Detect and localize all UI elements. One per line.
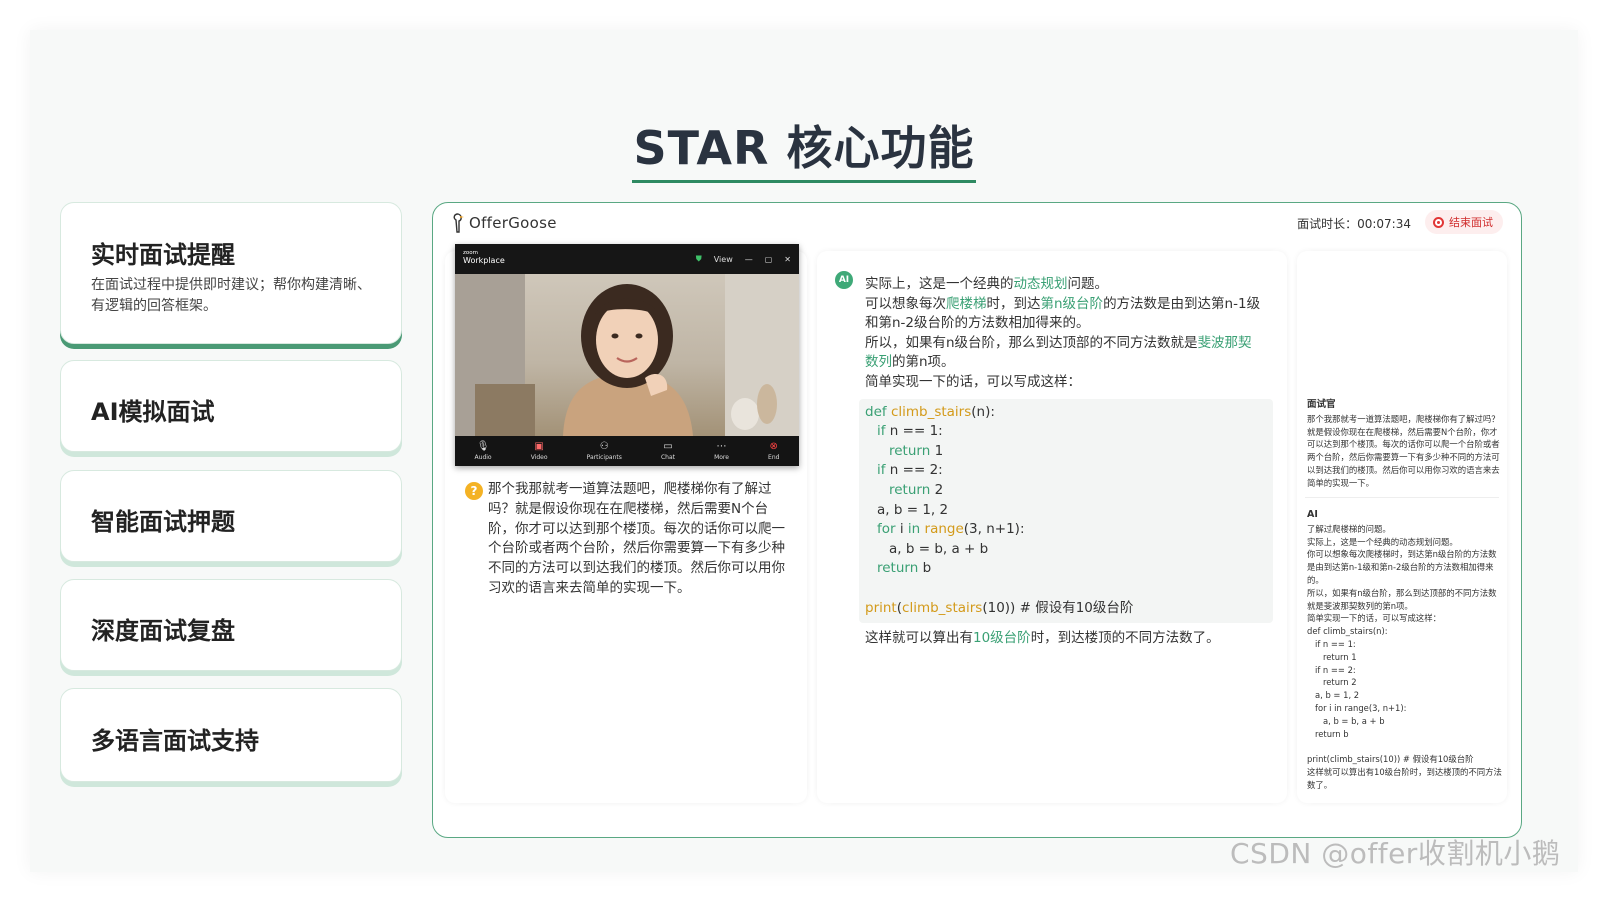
transcript-ai-line: def climb_stairs(n): (1307, 626, 1388, 637)
feature-card-multilang[interactable]: 多语言面试支持 (60, 688, 402, 782)
transcript-ai-text: 了解过爬楼梯的问题。实际上，这是一个经典的动态规划问题。你可以想象每次爬楼梯时，… (1307, 523, 1503, 792)
transcript-interviewer-text: 那个我那就考一道算法题吧，爬楼梯你有了解过吗？就是假设你现在在爬楼梯，然后需要N… (1307, 413, 1500, 488)
ai-icon: AI (835, 271, 853, 289)
more-icon: ⋯ (716, 441, 727, 452)
transcript-panel: 面试官 那个我那就考一道算法题吧，爬楼梯你有了解过吗？就是假设你现在在爬楼梯，然… (1297, 251, 1507, 803)
video-toolbar: 🎙︎ Audio ▣ Video ⚇ Participants ▭ Chat ⋯ More… (455, 436, 799, 466)
feature-card-predict[interactable]: 智能面试押题 (60, 470, 402, 562)
more-button[interactable]: ⋯ More (714, 441, 729, 461)
transcript-ai-line: 实际上，这是一个经典的动态规划问题。 (1307, 536, 1458, 547)
feature-card-review[interactable]: 深度面试复盘 (60, 579, 402, 671)
microphone-icon: 🎙︎ (476, 441, 490, 452)
shield-icon: ⛊ (695, 254, 702, 263)
transcript-ai-line: return b (1315, 728, 1349, 739)
transcript-ai-line: return 2 (1323, 677, 1357, 688)
video-button[interactable]: ▣ Video (531, 441, 548, 461)
record-stop-icon (1433, 216, 1444, 228)
app-window: OfferGoose 面试时长：00:07:34 结束面试 zoom Workpl… (432, 202, 1522, 838)
close-icon[interactable]: ✕ (784, 255, 791, 264)
feature-card-ai-mock[interactable]: AI模拟面试 (60, 360, 402, 452)
transcript-ai-line (1307, 740, 1503, 753)
interviewer-question: 那个我那就考一道算法题吧，爬楼梯你有了解过吗？就是假设你现在在爬楼梯，然后需要N… (488, 481, 785, 596)
goose-logo-icon (453, 213, 464, 233)
feature-title: AI模拟面试 (91, 398, 215, 426)
transcript-ai-line: 所以，如果有n级台阶，那么到达顶部的不同方法数就是斐波那契数列的第n项。 (1307, 587, 1497, 611)
code-block: def climb_stairs(n): if n == 1: return 1… (859, 398, 1273, 624)
feature-title: 智能面试押题 (91, 508, 235, 536)
transcript-ai-line: if n == 2: (1315, 664, 1356, 675)
participant-portrait (455, 274, 799, 436)
app-logo: OfferGoose (451, 212, 557, 234)
ai-answer-panel: AI 实际上，这是一个经典的动态规划问题。 可以想象每次爬楼梯时，到达第n级台阶… (817, 251, 1287, 803)
slide: STAR 核心功能 实时面试提醒 在面试过程中提供即时建议；帮你构建清晰、有逻辑… (30, 30, 1578, 872)
video-titlebar: zoom Workplace ⛊ View — ▢ ✕ (455, 244, 799, 274)
chat-icon: ▭ (663, 441, 673, 452)
transcript-interviewer: 面试官 那个我那就考一道算法题吧，爬楼梯你有了解过吗？就是假设你现在在爬楼梯，然… (1307, 399, 1501, 490)
view-menu[interactable]: View (714, 255, 733, 264)
feature-title: 实时面试提醒 (91, 241, 235, 269)
participants-button[interactable]: ⚇ Participants (587, 441, 622, 461)
watermark: CSDN @offer收割机小鹅 (1230, 837, 1561, 870)
feature-card-realtime[interactable]: 实时面试提醒 在面试过程中提供即时建议；帮你构建清晰、有逻辑的回答框架。 (60, 202, 402, 344)
transcript-ai-line: 简单实现一下的话，可以写成这样： (1307, 613, 1441, 624)
maximize-icon[interactable]: ▢ (765, 255, 773, 264)
transcript-ai-line: 你可以想象每次爬楼梯时，到达第n级台阶的方法数是由到达第n-1级和第n-2级台阶… (1307, 549, 1497, 585)
minimize-icon[interactable]: — (745, 255, 753, 264)
end-call-button[interactable]: ⊗ End (768, 441, 779, 461)
camera-off-icon: ▣ (534, 441, 544, 452)
video-question-panel: zoom Workplace ⛊ View — ▢ ✕ 🎙︎ Audio ▣ V… (445, 244, 807, 803)
transcript-ai-label: AI (1307, 509, 1318, 520)
transcript-ai-line: a, b = b, a + b (1323, 715, 1385, 726)
question-icon: ? (465, 482, 483, 500)
end-call-icon: ⊗ (769, 441, 778, 452)
window-controls: ⛊ View — ▢ ✕ (696, 254, 791, 264)
participant-video (455, 274, 799, 436)
transcript-ai-line: if n == 1: (1315, 638, 1356, 649)
transcript-interviewer-label: 面试官 (1307, 399, 1336, 410)
interview-timer: 面试时长：00:07:34 (1297, 217, 1411, 231)
participants-icon: ⚇ (599, 441, 609, 452)
brand-name: OfferGoose (469, 214, 557, 232)
end-interview-button[interactable]: 结束面试 (1425, 210, 1503, 234)
transcript-ai-line: a, b = 1, 2 (1315, 690, 1360, 701)
zoom-brand: zoom Workplace (463, 250, 505, 265)
transcript-ai-line: 这样就可以算出有10级台阶时，到达楼顶的不同方法数了。 (1307, 766, 1502, 790)
video-call-window: zoom Workplace ⛊ View — ▢ ✕ 🎙︎ Audio ▣ V… (455, 244, 799, 466)
feature-desc: 在面试过程中提供即时建议；帮你构建清晰、有逻辑的回答框架。 (91, 277, 371, 314)
transcript-ai: AI 了解过爬楼梯的问题。实际上，这是一个经典的动态规划问题。你可以想象每次爬楼… (1307, 509, 1503, 792)
transcript-ai-line: return 1 (1323, 651, 1357, 662)
transcript-ai-line: 了解过爬楼梯的问题。 (1307, 523, 1391, 534)
transcript-ai-line: for i in range(3, n+1): (1315, 702, 1407, 713)
ai-answer: 实际上，这是一个经典的动态规划问题。 可以想象每次爬楼梯时，到达第n级台阶的方法… (859, 275, 1273, 649)
feature-title: 多语言面试支持 (91, 727, 259, 755)
end-button-label: 结束面试 (1449, 216, 1493, 229)
page-title: STAR 核心功能 (30, 112, 1578, 183)
audio-button[interactable]: 🎙︎ Audio (475, 441, 492, 461)
feature-title: 深度面试复盘 (91, 617, 235, 645)
transcript-divider (1305, 497, 1499, 498)
transcript-ai-line: print(climb_stairs(10)) # 假设有10级台阶 (1307, 754, 1474, 765)
chat-button[interactable]: ▭ Chat (661, 441, 675, 461)
